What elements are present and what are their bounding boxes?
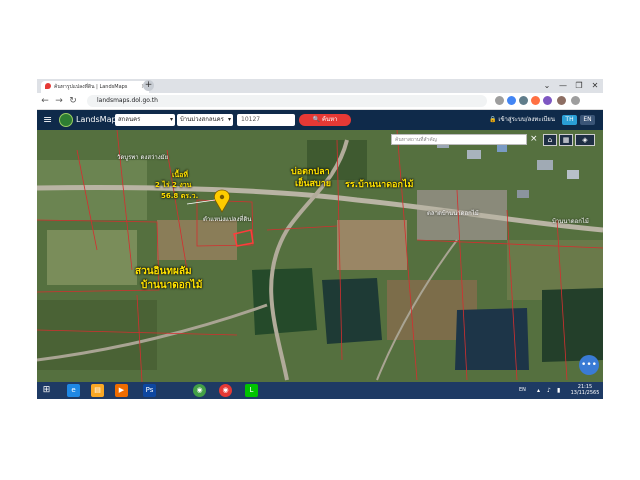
province-value: สกลนคร	[118, 116, 141, 123]
area-rai: 2 ไร่ 2 งาน	[155, 181, 192, 189]
taskbar-app-chrome-2[interactable]: ◉	[219, 384, 232, 397]
more-options-button[interactable]: •••	[579, 355, 599, 375]
clock-date: 13/11/2565	[570, 390, 600, 396]
place-search-input[interactable]: ค้นหาสถานที่สำคัญ	[391, 134, 527, 145]
lang-en-button[interactable]: EN	[580, 115, 595, 125]
close-window-button[interactable]: ✕	[587, 79, 603, 93]
taskbar-app-line[interactable]: L	[245, 384, 258, 397]
satellite-map[interactable]: เนื้อที่ 2 ไร่ 2 งาน 56.8 ตร.ว. ตำแหน่งแ…	[37, 130, 603, 382]
minimize-button[interactable]: —	[555, 79, 571, 93]
garden-label-2: บ้านนาดอกไม้	[141, 280, 203, 291]
road-label: บ้านนาดอกไม้	[552, 218, 589, 225]
share-icon[interactable]	[519, 96, 528, 105]
district-select[interactable]: บ้านม่วงสกลนคร ▾	[177, 114, 233, 126]
tab-title: ค้นหารูปแปลงที่ดิน | LandsMaps	[54, 84, 128, 90]
volume-icon[interactable]: ♪	[547, 382, 551, 399]
taskbar-app-photoshop[interactable]: Ps	[143, 384, 156, 397]
extension-icon[interactable]	[531, 96, 540, 105]
garden-label: สวนอินทผลัม	[135, 266, 192, 277]
kebab-menu-icon[interactable]	[571, 96, 580, 105]
close-icon[interactable]: ×	[530, 133, 540, 145]
screenshot: ค้นหารูปแปลงที่ดิน | LandsMaps × + ⌄ — ❐…	[37, 79, 603, 399]
school-label: รร.บ้านนาดอกไม้	[345, 180, 414, 190]
home-icon[interactable]: ⌂	[543, 134, 557, 146]
url-field[interactable]: landsmaps.dol.go.th	[87, 95, 487, 107]
login-link[interactable]: 🔒 เข้าสู่ระบบ/ลงทะเบียน	[489, 110, 555, 130]
chevron-down-icon: ▾	[227, 116, 231, 123]
forward-button[interactable]: →	[53, 94, 65, 108]
network-icon[interactable]: ▴	[537, 382, 540, 399]
system-clock[interactable]: 21:15 13/11/2565	[569, 384, 601, 396]
taskbar-app-chrome[interactable]: ◉	[193, 384, 206, 397]
start-button[interactable]: ⊞	[40, 384, 53, 397]
lang-th-button[interactable]: TH	[562, 115, 577, 125]
map-pin-icon	[45, 83, 51, 89]
search-button-label: ค้นหา	[321, 116, 338, 123]
chevron-down-icon: ▾	[169, 116, 173, 123]
fishing-pond-label-2: เย็นสบาย	[295, 179, 332, 189]
pin-label: ตำแหน่งแปลงที่ดิน	[203, 216, 252, 223]
area-sqwa: 56.8 ตร.ว.	[161, 192, 199, 200]
login-label: เข้าสู่ระบบ/ลงทะเบียน	[498, 116, 555, 123]
maximize-button[interactable]: ❐	[571, 79, 587, 93]
address-bar-row: ← → ↻ landsmaps.dol.go.th	[37, 93, 603, 110]
parcel-number-input[interactable]: 10127	[237, 114, 295, 126]
new-tab-button[interactable]: +	[143, 80, 154, 91]
place-label: ตลาดบ้านนาดอกไม้	[427, 210, 479, 217]
menu-icon[interactable]: ≡	[43, 114, 55, 126]
back-button[interactable]: ←	[39, 94, 51, 108]
app-header: ≡ LandsMaps สกลนคร ▾ บ้านม่วงสกลนคร ▾ 1012…	[37, 110, 603, 130]
grid-icon[interactable]: ▦	[559, 134, 573, 146]
lock-icon[interactable]	[495, 96, 504, 105]
keyboard-language[interactable]: EN	[519, 382, 526, 399]
landsmaps-logo	[59, 113, 73, 127]
windows-taskbar: ⊞ e ▤ ▶ Ps ◉ ◉ L EN ▴ ♪ ▮ 21:15 13/11/25…	[37, 382, 603, 399]
google-icon[interactable]	[507, 96, 516, 105]
province-select[interactable]: สกลนคร ▾	[115, 114, 175, 126]
taskbar-app-explorer[interactable]: ▤	[91, 384, 104, 397]
puzzle-icon[interactable]	[543, 96, 552, 105]
search-button[interactable]: 🔍 ค้นหา	[299, 114, 351, 126]
temple-label: วัดบูรพา ดงสว่างมัย	[117, 154, 169, 161]
taskbar-app-media[interactable]: ▶	[115, 384, 128, 397]
tab-search-button[interactable]: ⌄	[539, 79, 555, 93]
reload-button[interactable]: ↻	[67, 94, 79, 108]
battery-icon[interactable]: ▮	[557, 382, 560, 399]
taskbar-app-ie[interactable]: e	[67, 384, 80, 397]
browser-tab-strip: ค้นหารูปแปลงที่ดิน | LandsMaps × + ⌄ — ❐…	[37, 79, 603, 93]
avatar[interactable]	[557, 96, 566, 105]
district-value: บ้านม่วงสกลนคร	[180, 116, 224, 123]
layers-icon[interactable]: ◈	[575, 134, 595, 146]
browser-tab[interactable]: ค้นหารูปแปลงที่ดิน | LandsMaps ×	[41, 81, 149, 93]
